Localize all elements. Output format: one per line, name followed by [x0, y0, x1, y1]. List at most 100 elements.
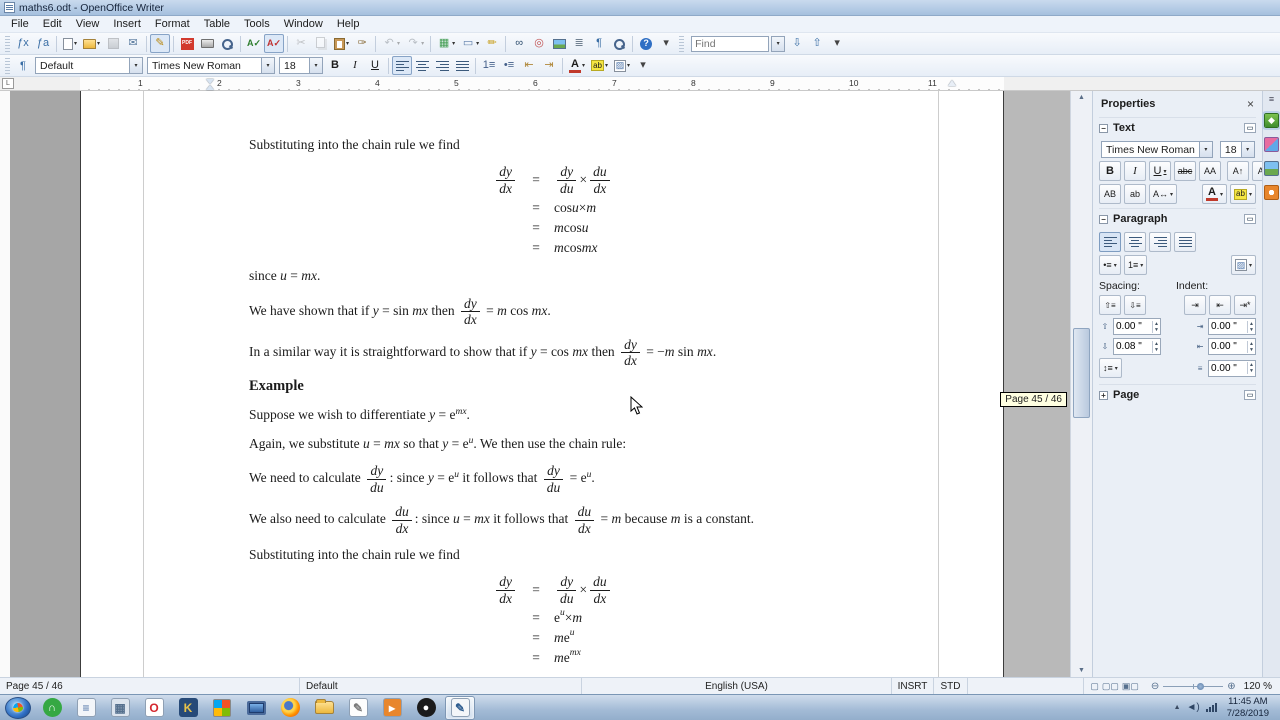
paste-icon[interactable]: ▾ [331, 34, 352, 53]
page-section-options-icon[interactable]: ▭ [1244, 390, 1256, 400]
start-button[interactable] [3, 696, 33, 720]
sidebar-decrease-indent-button[interactable]: ⇤ [1209, 295, 1231, 315]
new-document-icon[interactable]: ▾ [60, 34, 80, 53]
dropdown-arrow-icon[interactable]: ▾ [476, 40, 479, 47]
formatting-toolbar-grip[interactable] [5, 57, 10, 74]
gallery-tab-icon[interactable] [1264, 161, 1279, 176]
zoom-percentage[interactable]: 120 % [1242, 681, 1280, 692]
auto-spellcheck-icon[interactable]: A✓ [264, 34, 285, 53]
paragraph-section-options-icon[interactable]: ▭ [1244, 214, 1256, 224]
page-section-header[interactable]: + Page ▭ [1099, 384, 1256, 405]
decrease-indent-icon[interactable]: ⇤ [519, 56, 539, 75]
notepad-taskbar-button[interactable]: ✎ [343, 696, 373, 720]
font-color-icon[interactable]: A ▾ [566, 56, 588, 75]
password-safe-taskbar-button[interactable]: K [173, 696, 203, 720]
horizontal-ruler[interactable]: L 1 2 3 4 5 6 7 8 9 10 11 [0, 77, 1280, 91]
text-frame-icon[interactable]: ▭ ▾ [458, 34, 482, 53]
toolbar-overflow-icon[interactable]: ▾ [656, 34, 676, 53]
spelling-icon[interactable]: A✓ [244, 34, 264, 53]
scrollbar-thumb[interactable] [1073, 328, 1090, 418]
spacing-above-input[interactable] [1114, 321, 1152, 332]
align-justify-icon[interactable] [452, 56, 472, 75]
taskbar-clock[interactable]: 11:45 AM 7/28/2019 [1223, 696, 1273, 719]
dropdown-arrow-icon[interactable]: ▾ [582, 62, 585, 69]
sidebar-uppercase-button[interactable]: AB [1099, 184, 1121, 204]
sidebar-strikethrough-button[interactable]: abc [1174, 161, 1196, 181]
find-toolbar-grip[interactable] [679, 35, 685, 52]
print-icon[interactable] [197, 34, 217, 53]
sidebar-paragraph-background-button[interactable]: ▨ ▾ [1230, 255, 1256, 275]
find-next-icon[interactable]: ⇩ [787, 34, 807, 53]
help-icon[interactable]: ? [636, 34, 656, 53]
background-color-icon[interactable]: ▨ ▾ [611, 56, 633, 75]
font-name-select[interactable]: Times New Roman ▾ [147, 57, 275, 74]
zoom-slider-thumb[interactable] [1197, 682, 1205, 690]
table-icon[interactable]: ▦ ▾ [434, 34, 458, 53]
first-line-indent-input[interactable] [1209, 362, 1248, 374]
openoffice-writer-taskbar-button[interactable]: ✎ [445, 695, 475, 720]
file-manager-taskbar-button[interactable] [309, 696, 339, 720]
sidebar-font-name-select[interactable]: Times New Roman ▾ [1101, 141, 1213, 158]
sidebar-increase-indent-button[interactable]: ⇥ [1184, 295, 1206, 315]
navigator-tab-icon[interactable] [1264, 185, 1279, 200]
sidebar-bullet-list-button[interactable]: •≡ ▾ [1099, 255, 1121, 275]
document-as-email-icon[interactable]: ✉ [123, 34, 143, 53]
sidebar-hanging-indent-button[interactable]: ⇥* [1234, 295, 1256, 315]
highlighting-icon[interactable]: ab ▾ [588, 56, 611, 75]
opera-taskbar-button[interactable]: O [139, 696, 169, 720]
menu-insert[interactable]: Insert [106, 16, 148, 32]
spinner-icon[interactable]: ▲ ▼ [1247, 362, 1255, 374]
formatting-overflow-icon[interactable]: ▾ [633, 56, 653, 75]
indent-marker-left-icon[interactable] [206, 79, 214, 90]
wordpad-taskbar-button[interactable]: ≡ [71, 696, 101, 720]
sidebar-align-left-button[interactable] [1099, 232, 1121, 252]
indent-marker-right-icon[interactable] [948, 80, 956, 86]
edit-file-icon[interactable]: ✎ [150, 34, 171, 53]
sidebar-lowercase-button[interactable]: ab [1124, 184, 1146, 204]
sidebar-line-spacing-button[interactable]: ↕≡ ▾ [1099, 358, 1122, 378]
sidebar-numbered-list-button[interactable]: 1≡ ▾ [1124, 255, 1148, 275]
tab-stop-selector-icon[interactable]: L [2, 78, 14, 89]
status-selection-mode[interactable]: STD [934, 678, 968, 694]
menu-help[interactable]: Help [330, 16, 367, 32]
windows-logo-taskbar-button[interactable] [207, 696, 237, 720]
font-size-select[interactable]: 18 ▾ [279, 57, 323, 74]
sidebar-spacing-above-button[interactable]: ⇧≡ [1099, 295, 1121, 315]
find-replace-icon[interactable]: ∞ [509, 34, 529, 53]
sidebar-increase-font-button[interactable]: A↑ [1227, 161, 1249, 181]
scroll-down-icon[interactable]: ▼ [1078, 664, 1085, 677]
headphones-app-taskbar-button[interactable]: ∩ [37, 696, 67, 720]
sidebar-font-size-select[interactable]: 18 ▾ [1219, 141, 1255, 158]
gallery-icon[interactable] [549, 34, 569, 53]
zoom-slider[interactable]: ⊖ ⊕ [1145, 681, 1242, 692]
scrollbar-track[interactable] [1071, 104, 1092, 664]
dropdown-arrow-icon[interactable]: ▾ [97, 40, 100, 47]
menu-edit[interactable]: Edit [36, 16, 69, 32]
menu-format[interactable]: Format [148, 16, 197, 32]
dropdown-arrow-icon[interactable]: ▾ [397, 40, 400, 47]
sidebar-spacing-below-button[interactable]: ⇩≡ [1124, 295, 1146, 315]
calculator-taskbar-button[interactable]: ▦ [105, 696, 135, 720]
underline-icon[interactable]: U [365, 56, 385, 75]
properties-tab-icon[interactable]: ◆ [1262, 111, 1280, 130]
styles-tab-icon[interactable] [1264, 137, 1279, 152]
size-dropdown-icon[interactable]: ▾ [309, 58, 322, 73]
zoom-in-icon[interactable]: ⊕ [1227, 681, 1235, 692]
text-section-options-icon[interactable]: ▭ [1244, 123, 1256, 133]
sidebar-menu-icon[interactable]: ≡ [1264, 94, 1279, 104]
tray-expand-icon[interactable]: ▲ [1174, 704, 1181, 711]
sidebar-bold-button[interactable]: B [1099, 161, 1121, 181]
find-overflow-icon[interactable]: ▾ [827, 34, 847, 53]
bold-icon[interactable]: B [325, 56, 345, 75]
italic-icon[interactable]: I [345, 56, 365, 75]
volume-icon[interactable]: ◄) [1187, 702, 1200, 713]
style-dropdown-icon[interactable]: ▾ [129, 58, 142, 73]
scroll-up-icon[interactable]: ▲ [1078, 91, 1085, 104]
sidebar-close-icon[interactable]: × [1247, 97, 1254, 111]
find-previous-icon[interactable]: ⇧ [807, 34, 827, 53]
status-language[interactable]: English (USA) [582, 678, 892, 694]
export-pdf-icon[interactable]: PDF [177, 34, 197, 53]
status-insert-mode[interactable]: INSRT [892, 678, 934, 694]
network-icon[interactable] [1205, 703, 1217, 712]
dropdown-arrow-icon[interactable]: ▾ [421, 40, 424, 47]
